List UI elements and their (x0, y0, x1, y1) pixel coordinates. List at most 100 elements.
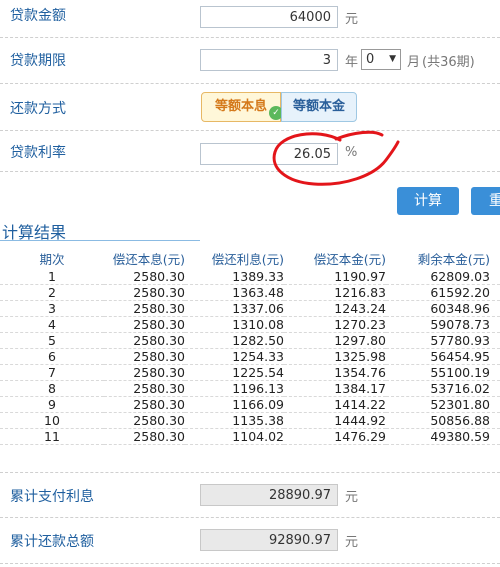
loan-amount-label: 贷款金额 (10, 8, 66, 24)
table-cell: 2580.30 (104, 269, 185, 285)
table-cell: 1297.80 (284, 332, 386, 349)
table-row: 3 2580.30 1337.06 1243.24 60348.96 (0, 300, 500, 317)
table-cell: 1225.54 (185, 364, 284, 381)
column-header: 期次 (39, 252, 65, 267)
table-cell: 60348.96 (386, 300, 500, 317)
results-table-viewport[interactable]: 期次 偿还本息(元) 偿还利息(元) 偿还本金(元) 剩余本金(元) 1 2580… (0, 248, 500, 470)
table-row: 10 2580.30 1135.38 1444.92 50856.88 (0, 412, 500, 429)
table-cell: 2580.30 (104, 332, 185, 349)
table-row: 7 2580.30 1225.54 1354.76 55100.19 (0, 364, 500, 381)
table-cell: 2580.30 (104, 284, 185, 301)
table-cell: 1196.13 (185, 380, 284, 397)
table-row: 11 2580.30 1104.02 1476.29 49380.59 (0, 428, 500, 445)
table-cell: 1354.76 (284, 364, 386, 381)
equal-principal-label: 等额本金 (292, 99, 345, 114)
total-periods-note: (共36期) (422, 55, 475, 70)
table-cell: 1444.92 (284, 412, 386, 429)
table-cell: 1325.98 (284, 348, 386, 365)
table-cell: 52301.80 (386, 396, 500, 413)
table-cell: 10 (0, 412, 104, 429)
equal-installment-option[interactable]: 等额本息 (201, 92, 281, 122)
table-row: 1 2580.30 1389.33 1190.97 62809.03 (0, 269, 500, 285)
calculate-button[interactable]: 计算 (397, 187, 459, 215)
table-cell: 7 (0, 364, 104, 381)
total-repayment-unit: 元 (345, 535, 359, 550)
table-cell: 1384.17 (284, 380, 386, 397)
table-header-row: 期次 偿还本息(元) 偿还利息(元) 偿还本金(元) 剩余本金(元) (0, 248, 500, 269)
table-cell: 3 (0, 300, 104, 317)
table-cell: 1135.38 (185, 412, 284, 429)
total-interest-label: 累计支付利息 (10, 489, 94, 505)
table-cell: 1363.48 (185, 284, 284, 301)
table-cell: 56454.95 (386, 348, 500, 365)
loan-term-row: 贷款期限 3 年 0 ▼ 月 (共36期) (0, 38, 500, 83)
loan-amount-row: 贷款金额 64000 元 (0, 0, 500, 37)
results-table: 期次 偿还本息(元) 偿还利息(元) 偿还本金(元) 剩余本金(元) 1 2580… (0, 248, 500, 445)
divider (0, 171, 500, 172)
table-cell: 1270.23 (284, 316, 386, 333)
table-cell: 1190.97 (284, 269, 386, 285)
results-title-underline (0, 240, 200, 241)
table-cell: 2580.30 (104, 412, 185, 429)
table-cell: 1414.22 (284, 396, 386, 413)
months-select[interactable]: 0 ▼ (361, 49, 401, 70)
table-row: 8 2580.30 1196.13 1384.17 53716.02 (0, 380, 500, 397)
table-cell: 61592.20 (386, 284, 500, 301)
table-cell: 2 (0, 284, 104, 301)
reset-button-label: 重 (489, 193, 500, 209)
table-cell: 1166.09 (185, 396, 284, 413)
table-cell: 2580.30 (104, 300, 185, 317)
table-cell: 2580.30 (104, 428, 185, 445)
equal-installment-label: 等额本息 (214, 99, 267, 114)
table-cell: 8 (0, 380, 104, 397)
table-cell: 53716.02 (386, 380, 500, 397)
total-interest-row: 累计支付利息 28890.97 元 (0, 473, 500, 517)
table-cell: 50856.88 (386, 412, 500, 429)
table-row: 2 2580.30 1363.48 1216.83 61592.20 (0, 284, 500, 301)
table-cell: 2580.30 (104, 364, 185, 381)
table-cell: 1310.08 (185, 316, 284, 333)
table-cell: 1476.29 (284, 428, 386, 445)
loan-amount-unit: 元 (345, 12, 359, 27)
table-cell: 11 (0, 428, 104, 445)
table-cell: 1243.24 (284, 300, 386, 317)
table-row: 9 2580.30 1166.09 1414.22 52301.80 (0, 396, 500, 413)
column-header: 偿还本息(元) (112, 252, 185, 267)
table-row: 6 2580.30 1254.33 1325.98 56454.95 (0, 348, 500, 365)
months-unit: 月 (407, 55, 421, 70)
total-interest-value: 28890.97 (200, 484, 338, 506)
table-cell: 62809.03 (386, 269, 500, 285)
table-cell: 55100.19 (386, 364, 500, 381)
table-cell: 2580.30 (104, 316, 185, 333)
total-repayment-label: 累计还款总额 (10, 534, 94, 550)
table-cell: 1216.83 (284, 284, 386, 301)
column-header: 剩余本金(元) (417, 252, 490, 267)
total-repayment-row: 累计还款总额 92890.97 元 (0, 518, 500, 563)
total-repayment-value: 92890.97 (200, 529, 338, 551)
years-unit: 年 (345, 55, 359, 70)
loan-term-years-input[interactable]: 3 (200, 49, 338, 71)
table-cell: 2580.30 (104, 380, 185, 397)
divider (0, 563, 500, 564)
column-header: 偿还利息(元) (211, 252, 284, 267)
table-cell: 9 (0, 396, 104, 413)
table-cell: 1104.02 (185, 428, 284, 445)
table-cell: 5 (0, 332, 104, 349)
interest-rate-label: 贷款利率 (10, 145, 66, 161)
table-cell: 2580.30 (104, 348, 185, 365)
table-cell: 57780.93 (386, 332, 500, 349)
table-cell: 1254.33 (185, 348, 284, 365)
table-cell: 1282.50 (185, 332, 284, 349)
table-cell: 1 (0, 269, 104, 285)
table-cell: 59078.73 (386, 316, 500, 333)
equal-principal-option[interactable]: 等额本金 (281, 92, 357, 122)
loan-amount-input[interactable]: 64000 (200, 6, 338, 28)
table-cell: 1389.33 (185, 269, 284, 285)
table-cell: 2580.30 (104, 396, 185, 413)
total-interest-unit: 元 (345, 490, 359, 505)
table-cell: 49380.59 (386, 428, 500, 445)
loan-term-label: 贷款期限 (10, 53, 66, 69)
reset-button[interactable]: 重 (471, 187, 500, 215)
table-cell: 4 (0, 316, 104, 333)
table-row: 5 2580.30 1282.50 1297.80 57780.93 (0, 332, 500, 349)
